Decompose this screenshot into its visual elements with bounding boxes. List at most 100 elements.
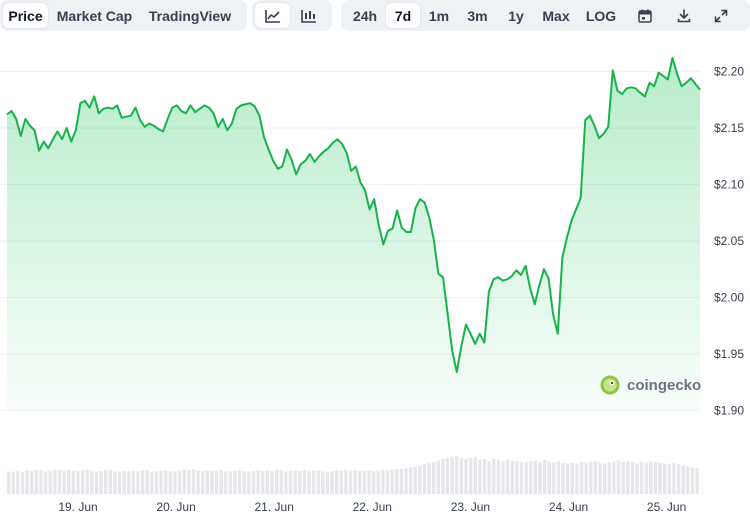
volume-bar	[145, 470, 149, 494]
volume-bar	[371, 471, 376, 494]
volume-bar	[150, 471, 154, 494]
y-tick-label: $2.20	[714, 65, 744, 79]
fullscreen-button[interactable]	[703, 3, 739, 28]
volume-bar	[570, 462, 574, 494]
volume-bar	[311, 470, 316, 494]
range-3m-button[interactable]: 3m	[458, 3, 497, 28]
volume-bar	[667, 464, 671, 494]
volume-bar	[108, 470, 112, 494]
volume-bar	[487, 461, 491, 494]
volume-bar	[279, 470, 283, 494]
volume-bar	[649, 461, 653, 494]
range-24h-button[interactable]: 24h	[344, 3, 386, 28]
candlestick-chart-icon	[301, 9, 316, 23]
range-1y-button[interactable]: 1y	[497, 3, 535, 28]
range-7d-button[interactable]: 7d	[386, 3, 420, 28]
volume-bar	[473, 456, 477, 494]
volume-bar	[566, 463, 570, 494]
volume-bar	[621, 461, 625, 494]
volume-bar	[104, 470, 108, 494]
volume-bar	[233, 470, 237, 494]
volume-bar	[335, 470, 339, 494]
candlestick-chart-button[interactable]	[290, 3, 328, 28]
volume-bar	[542, 459, 547, 494]
coingecko-watermark-text: coingecko	[627, 377, 701, 394]
expand-icon	[714, 9, 728, 22]
volume-bar	[330, 471, 334, 494]
volume-bar	[154, 471, 159, 494]
volume-bar	[265, 470, 270, 494]
x-axis-labels: 19. Jun 20. Jun 21. Jun 22. Jun 23. Jun 24. J…	[58, 500, 686, 514]
volume-bar	[270, 471, 274, 494]
volume-bar	[690, 467, 695, 494]
calendar-button[interactable]	[625, 3, 665, 28]
volume-bar	[529, 461, 533, 494]
volume-bar	[519, 461, 524, 494]
y-tick-label: $2.15	[714, 121, 744, 135]
volume-bar	[90, 471, 94, 494]
volume-bar	[626, 461, 630, 494]
x-tick-label: 19. Jun	[58, 500, 97, 514]
volume-bar	[164, 470, 168, 494]
log-scale-button[interactable]: LOG	[577, 3, 625, 28]
volume-bar	[445, 458, 450, 494]
volume-bar	[390, 469, 394, 494]
download-button[interactable]	[665, 3, 703, 28]
volume-bar	[639, 462, 644, 494]
volume-bar	[117, 471, 122, 494]
volume-bar	[459, 457, 464, 494]
volume-bar	[191, 469, 196, 494]
volume-bar	[321, 471, 325, 494]
price-tab[interactable]: Price	[3, 3, 48, 28]
volume-bar	[25, 470, 29, 494]
volume-bar	[214, 471, 219, 494]
range-max-button[interactable]: Max	[535, 3, 577, 28]
volume-bar	[501, 461, 505, 494]
volume-bar	[385, 470, 390, 494]
volume-bar	[450, 456, 454, 494]
volume-bar	[34, 470, 39, 494]
volume-bar	[80, 470, 85, 494]
price-chart[interactable]: $2.25$2.20$2.15$2.10$2.05$2.00$1.95$1.90…	[0, 40, 750, 521]
volume-bar	[381, 470, 385, 494]
range-1m-button[interactable]: 1m	[420, 3, 458, 28]
volume-bar	[441, 459, 445, 494]
volume-bar	[672, 462, 676, 494]
volume-bar	[136, 471, 140, 494]
y-tick-label: $2.10	[714, 178, 744, 192]
calendar-icon	[638, 9, 652, 23]
volume-bar	[348, 470, 353, 494]
volume-bar	[358, 471, 362, 494]
x-tick-label: 24. Jun	[549, 500, 588, 514]
volume-bar	[325, 471, 330, 494]
chart-type-switcher	[252, 0, 332, 31]
volume-bar	[413, 466, 417, 494]
volume-bar	[238, 470, 242, 494]
volume-bar	[422, 464, 427, 494]
volume-bar	[663, 463, 667, 494]
tradingview-tab[interactable]: TradingView	[141, 3, 239, 28]
volume-bar	[524, 462, 528, 494]
volume-bar	[676, 464, 681, 494]
volume-bar	[16, 470, 20, 494]
volume-bar	[552, 462, 556, 494]
volume-bar	[653, 462, 658, 494]
line-chart-button[interactable]	[255, 3, 290, 28]
volume-bar	[307, 471, 311, 494]
volume-bar	[20, 471, 25, 494]
volume-bar	[30, 471, 34, 494]
volume-bar	[173, 471, 177, 494]
volume-bar	[302, 470, 306, 494]
volume-bar	[593, 461, 598, 494]
volume-bar	[681, 465, 685, 494]
volume-bar	[575, 463, 579, 494]
volume-bar	[418, 465, 422, 494]
volume-bar	[251, 470, 256, 494]
market-cap-tab[interactable]: Market Cap	[48, 3, 141, 28]
volume-bar	[547, 461, 551, 494]
volume-bar	[224, 471, 228, 494]
volume-bar	[607, 462, 611, 494]
volume-bar	[94, 471, 99, 494]
volume-bar	[455, 456, 459, 494]
volume-bar	[686, 466, 690, 494]
